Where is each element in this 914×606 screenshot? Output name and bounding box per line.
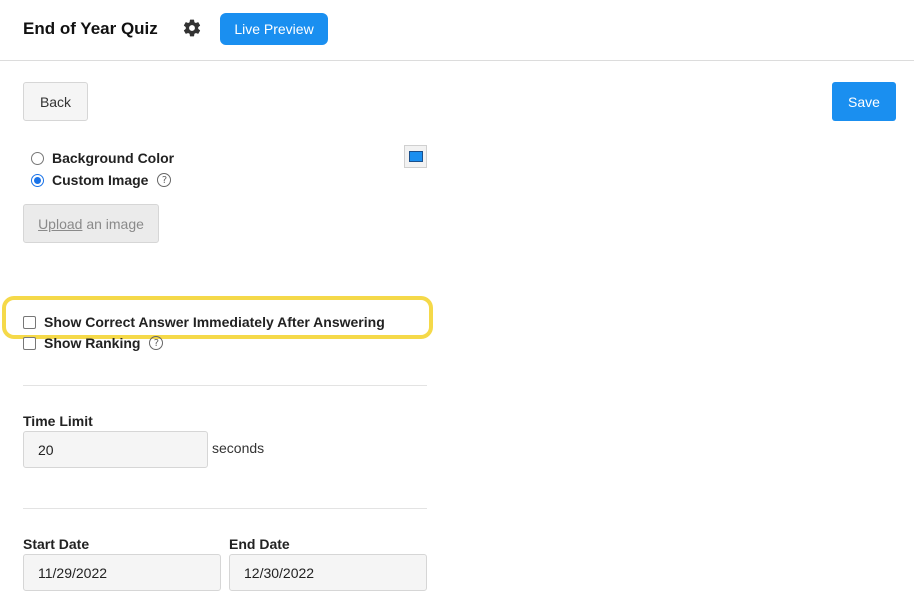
upload-image-button[interactable]: Upload an image bbox=[23, 204, 159, 243]
quiz-settings-page: End of Year Quiz Live Preview Back Save … bbox=[0, 0, 914, 606]
upload-link[interactable]: Upload bbox=[38, 216, 82, 232]
live-preview-button[interactable]: Live Preview bbox=[220, 13, 328, 45]
time-limit-label: Time Limit bbox=[23, 413, 93, 429]
custom-image-option[interactable]: Custom Image ? bbox=[31, 172, 172, 188]
time-limit-unit: seconds bbox=[212, 440, 265, 456]
background-color-option[interactable]: Background Color bbox=[31, 150, 174, 166]
start-date-input[interactable] bbox=[23, 554, 221, 591]
page-title: End of Year Quiz bbox=[23, 19, 158, 38]
time-limit-input[interactable] bbox=[23, 431, 208, 468]
custom-image-radio[interactable] bbox=[31, 173, 44, 187]
show-correct-answer-label: Show Correct Answer Immediately After An… bbox=[44, 314, 385, 330]
save-button[interactable]: Save bbox=[832, 82, 896, 121]
background-color-label: Background Color bbox=[52, 150, 175, 166]
start-date-label: Start Date bbox=[23, 536, 90, 552]
show-ranking-checkbox[interactable] bbox=[23, 336, 36, 350]
show-ranking-option[interactable]: Show Ranking ? bbox=[23, 335, 164, 351]
help-icon[interactable]: ? bbox=[157, 173, 172, 187]
divider bbox=[23, 508, 427, 509]
header-bar: End of Year Quiz Live Preview bbox=[0, 0, 914, 61]
color-picker-swatch[interactable] bbox=[404, 145, 427, 168]
show-correct-answer-checkbox[interactable] bbox=[23, 315, 36, 329]
divider bbox=[23, 385, 427, 386]
background-color-radio[interactable] bbox=[31, 151, 44, 165]
show-correct-answer-option[interactable]: Show Correct Answer Immediately After An… bbox=[23, 314, 385, 330]
show-ranking-label: Show Ranking bbox=[44, 335, 141, 351]
end-date-label: End Date bbox=[229, 536, 290, 552]
swatch-color bbox=[409, 151, 423, 162]
help-icon[interactable]: ? bbox=[149, 336, 164, 350]
gear-icon[interactable] bbox=[182, 18, 202, 38]
custom-image-label: Custom Image bbox=[52, 172, 149, 188]
back-button[interactable]: Back bbox=[23, 82, 88, 121]
upload-rest-text: an image bbox=[82, 215, 144, 232]
end-date-input[interactable] bbox=[229, 554, 427, 591]
